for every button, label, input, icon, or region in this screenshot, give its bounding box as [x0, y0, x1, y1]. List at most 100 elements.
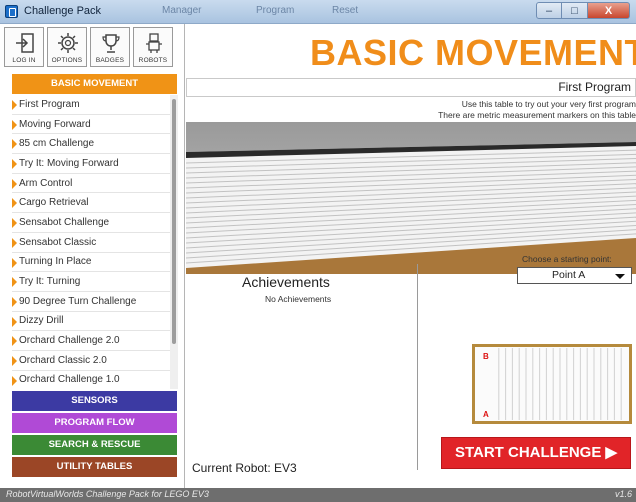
challenge-list-item-label: Arm Control — [19, 177, 73, 189]
map-point-a: A — [483, 410, 489, 419]
current-robot: Current Robot: EV3 — [192, 461, 297, 475]
challenge-list-item[interactable]: Arm Control — [12, 174, 170, 194]
close-button[interactable]: X — [588, 2, 630, 19]
challenge-list-item[interactable]: Orchard Challenge 2.0 — [12, 331, 170, 351]
category-utility-tables[interactable]: UTILITY TABLES — [12, 457, 177, 477]
challenge-list-item-label: Turning In Place — [19, 256, 92, 268]
challenge-list: First Program Moving Forward 85 cm Challen… — [12, 95, 170, 389]
category-program-flow[interactable]: PROGRAM FLOW — [12, 413, 177, 433]
challenge-list-item-label: Cargo Retrieval — [19, 197, 89, 209]
login-icon — [16, 33, 34, 53]
achievements-panel: Achievements No Achievements — [186, 256, 418, 488]
challenge-list-item-label: First Program — [19, 98, 80, 110]
maximize-button[interactable]: □ — [562, 2, 588, 19]
challenge-list-item[interactable]: Sensabot Classic — [12, 233, 170, 253]
trophy-icon — [102, 34, 120, 53]
challenge-list-item[interactable]: Turning In Place — [12, 253, 170, 273]
arrow-marker-icon — [12, 375, 17, 386]
options-label: OPTIONS — [51, 57, 83, 64]
robots-label: ROBOTS — [138, 57, 168, 64]
login-label: LOG IN — [12, 57, 36, 64]
challenge-list-item[interactable]: First Program — [12, 95, 170, 115]
panel-divider — [417, 264, 418, 470]
arrow-marker-icon — [12, 139, 17, 150]
background-tab-label: Reset — [332, 5, 359, 16]
challenge-title-bar: First Program — [186, 78, 636, 97]
challenge-list-item-label: Orchard Challenge 1.0 — [19, 374, 120, 386]
arrow-marker-icon — [12, 336, 17, 347]
arrow-marker-icon — [12, 178, 17, 189]
page-title: BASIC MOVEMENT — [310, 32, 636, 73]
challenge-list-item-label: Moving Forward — [19, 118, 91, 130]
description-line: Use this table to try out your very firs… — [461, 99, 636, 109]
challenge-list-item-label: Orchard Classic 2.0 — [19, 354, 107, 366]
challenge-title: First Program — [558, 80, 631, 94]
achievements-title: Achievements — [242, 274, 330, 290]
category-search-rescue[interactable]: SEARCH & RESCUE — [12, 435, 177, 455]
background-tab-label: Program — [256, 5, 295, 16]
challenge-list-item[interactable]: Dizzy Drill — [12, 312, 170, 332]
login-button[interactable]: LOG IN — [4, 27, 44, 67]
start-point-label: Choose a starting point: — [522, 254, 612, 264]
start-challenge-button[interactable]: START CHALLENGE ▶ — [441, 437, 631, 469]
category-sensors[interactable]: SENSORS — [12, 391, 177, 411]
arrow-marker-icon — [12, 218, 17, 229]
challenge-list-item-label: Orchard Challenge 2.0 — [19, 335, 120, 347]
challenge-list-item-label: 85 cm Challenge — [19, 138, 95, 150]
challenge-list-item-label: Sensabot Challenge — [19, 216, 110, 228]
background-tab-label: Manager — [162, 5, 202, 16]
challenge-list-item[interactable]: Orchard Classic 2.0 — [12, 351, 170, 371]
challenge-list-item[interactable]: 90 Degree Turn Challenge — [12, 292, 170, 312]
challenge-list-item[interactable]: Moving Forward — [12, 115, 170, 135]
arrow-marker-icon — [12, 316, 17, 327]
challenge-list-item[interactable]: Orchard Challenge 1.0 — [12, 371, 170, 389]
challenge-list-item[interactable]: Cargo Retrieval — [12, 193, 170, 214]
challenge-list-item[interactable]: 85 cm Challenge — [12, 134, 170, 155]
options-button[interactable]: OPTIONS — [47, 27, 87, 67]
challenge-list-item-label: Dizzy Drill — [19, 315, 64, 327]
footer-brand: RobotVirtualWorlds Challenge Pack for LE… — [6, 489, 209, 499]
arrow-marker-icon — [12, 100, 17, 110]
left-panel: LOG IN OPTIONS BADGES ROBOTS BASIC MOVEM… — [0, 24, 185, 488]
arrow-marker-icon — [12, 119, 17, 130]
footer-version: v1.6 — [614, 489, 632, 499]
arrow-marker-icon — [12, 355, 17, 366]
challenge-list-item-label: 90 Degree Turn Challenge — [19, 295, 137, 307]
app-icon — [5, 5, 18, 18]
challenge-list-item-label: Sensabot Classic — [19, 236, 97, 248]
table-preview-image — [186, 122, 636, 274]
arrow-marker-icon — [12, 237, 17, 248]
gear-icon — [58, 33, 78, 53]
table-minimap: B A — [472, 344, 632, 424]
window-titlebar: Challenge Pack Manager Program Reset – □… — [0, 0, 636, 24]
achievements-empty: No Achievements — [265, 294, 332, 304]
start-point-select[interactable]: Point A — [517, 267, 632, 284]
category-basic-movement[interactable]: BASIC MOVEMENT — [12, 74, 177, 94]
top-toolbar: LOG IN OPTIONS BADGES ROBOTS — [4, 27, 173, 67]
challenge-list-item-label: Try It: Turning — [19, 276, 81, 288]
start-point-value: Point A — [552, 269, 586, 281]
description-line: There are metric measurement markers on … — [438, 109, 636, 120]
list-scrollbar-thumb[interactable] — [172, 99, 176, 344]
arrow-marker-icon — [12, 277, 17, 288]
arrow-marker-icon — [12, 296, 17, 307]
footer-bar: RobotVirtualWorlds Challenge Pack for LE… — [0, 488, 636, 502]
minimize-button[interactable]: – — [536, 2, 562, 19]
arrow-marker-icon — [12, 257, 17, 268]
window-title: Challenge Pack — [24, 5, 102, 17]
map-point-b: B — [483, 352, 489, 361]
window-controls: – □ X — [536, 2, 630, 19]
challenge-description: Use this table to try out your very firs… — [236, 99, 636, 120]
challenge-list-item-label: Try It: Moving Forward — [19, 157, 119, 169]
arrow-marker-icon — [12, 198, 17, 209]
badges-label: BADGES — [95, 57, 125, 64]
chevron-down-icon — [615, 274, 625, 279]
robots-button[interactable]: ROBOTS — [133, 27, 173, 67]
challenge-list-item[interactable]: Sensabot Challenge — [12, 213, 170, 233]
robot-icon — [146, 33, 162, 53]
challenge-list-item[interactable]: Try It: Turning — [12, 272, 170, 292]
table-preview-graphic — [186, 122, 636, 274]
badges-button[interactable]: BADGES — [90, 27, 130, 67]
arrow-marker-icon — [12, 159, 17, 170]
challenge-list-item[interactable]: Try It: Moving Forward — [12, 154, 170, 174]
